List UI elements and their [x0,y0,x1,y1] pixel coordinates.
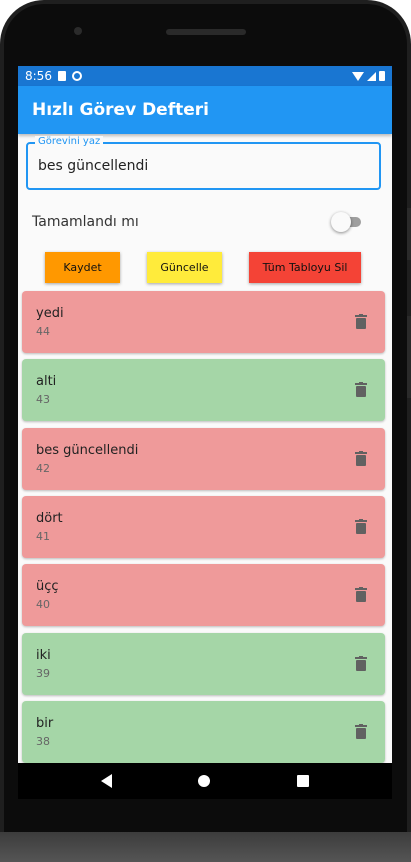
task-card[interactable]: bir 38 [22,701,385,763]
task-id: 44 [36,325,50,338]
completed-toggle-label: Tamamlandı mı [32,214,139,230]
notification-icon [71,71,82,81]
trash-icon[interactable] [355,382,367,397]
trash-icon[interactable] [355,656,367,671]
switch-knob[interactable] [331,212,351,232]
task-id: 43 [36,393,50,406]
sim-card-icon [57,71,66,81]
completed-switch[interactable] [331,212,363,232]
task-name: dört [36,511,63,526]
app-screen: 8:56 Hızlı Görev Defteri Görevini yaz be… [18,66,392,799]
front-camera [74,27,82,35]
task-name: iki [36,648,51,663]
update-button[interactable]: Güncelle [147,252,222,283]
task-id: 40 [36,598,50,611]
task-input-value[interactable]: bes güncellendi [38,158,148,174]
home-icon[interactable] [198,775,211,787]
task-name: yedi [36,306,64,321]
task-card[interactable]: alti 43 [22,359,385,421]
earpiece-speaker [166,29,246,35]
trash-icon[interactable] [355,314,367,329]
task-id: 41 [36,530,50,543]
phone-frame: 8:56 Hızlı Görev Defteri Görevini yaz be… [0,0,411,862]
trash-icon[interactable] [355,519,367,534]
task-name: üçç [36,579,59,594]
task-card[interactable]: bes güncellendi 42 [22,428,385,490]
system-nav-bar [18,763,392,799]
phone-shadow-floor [0,832,411,862]
status-bar: 8:56 [18,66,392,86]
page-title: Hızlı Görev Defteri [32,100,209,120]
task-name: alti [36,374,57,389]
task-name: bes güncellendi [36,443,139,458]
status-time: 8:56 [25,69,52,83]
trash-icon[interactable] [355,587,367,602]
task-card[interactable]: yedi 44 [22,291,385,353]
trash-icon[interactable] [355,724,367,739]
wifi-icon [352,71,364,81]
back-icon[interactable] [101,774,113,788]
status-indicators [352,71,385,81]
task-card[interactable]: üçç 40 [22,564,385,626]
app-bar: Hızlı Görev Defteri [18,86,392,134]
trash-icon[interactable] [355,451,367,466]
delete-all-button[interactable]: Tüm Tabloyu Sil [249,252,361,283]
task-id: 39 [36,667,50,680]
task-id: 38 [36,735,50,748]
task-input-field[interactable]: Görevini yaz bes güncellendi [26,136,381,190]
save-button[interactable]: Kaydet [45,252,120,283]
volume-button [407,208,411,260]
battery-icon [379,71,385,81]
power-button [407,316,411,398]
task-name: bir [36,716,54,731]
task-card[interactable]: dört 41 [22,496,385,558]
signal-icon [367,71,376,81]
completed-toggle-row: Tamamlandı mı [32,212,363,232]
task-id: 42 [36,462,50,475]
recent-apps-icon[interactable] [296,775,309,787]
task-card[interactable]: iki 39 [22,633,385,695]
task-input-label: Görevini yaz [35,136,104,147]
